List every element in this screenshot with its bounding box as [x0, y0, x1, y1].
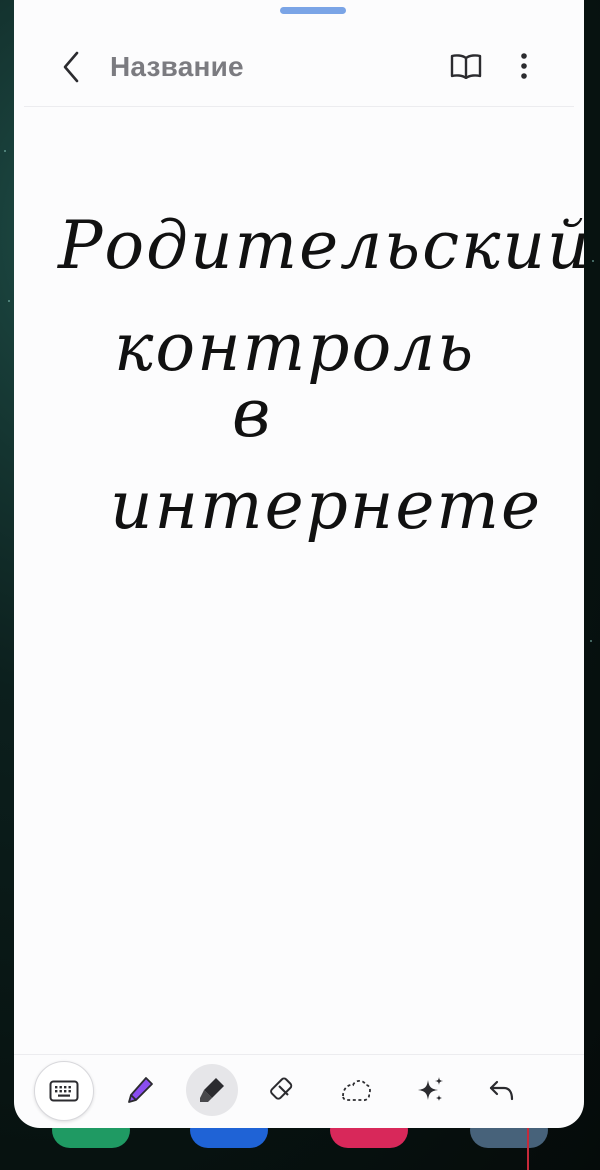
eraser-icon: [270, 1077, 293, 1100]
lasso-select-button[interactable]: [330, 1064, 382, 1116]
highlighter-tool-button[interactable]: [186, 1064, 238, 1116]
drawing-canvas[interactable]: Родительский контроль в интернете: [14, 108, 584, 1053]
keyboard-button[interactable]: [34, 1061, 94, 1121]
handwriting-line: контроль: [114, 309, 475, 386]
eraser-tool-button[interactable]: [258, 1064, 310, 1116]
wallpaper-star: [590, 640, 592, 642]
highlighter-icon: [200, 1078, 224, 1102]
sparkles-icon: [418, 1077, 443, 1101]
note-sheet: Название Родительский контроль в интерне…: [14, 0, 584, 1128]
reader-mode-button[interactable]: [446, 46, 486, 86]
handwriting-line: интернете: [110, 467, 542, 544]
more-options-button[interactable]: [506, 46, 542, 86]
lasso-icon: [342, 1079, 371, 1102]
header-divider: [24, 106, 574, 107]
undo-button[interactable]: [476, 1064, 528, 1116]
ai-assist-button[interactable]: [404, 1064, 456, 1116]
undo-icon: [489, 1080, 514, 1101]
handwriting-line: Родительский: [57, 207, 584, 284]
drawing-toolbar: [14, 1054, 584, 1128]
chevron-left-icon: [63, 51, 79, 83]
wallpaper-star: [592, 260, 594, 262]
keyboard-icon: [49, 1080, 79, 1102]
pen-tool-button[interactable]: [114, 1064, 166, 1116]
cable-line: [527, 1128, 529, 1170]
book-open-icon: [450, 54, 482, 79]
note-title[interactable]: Название: [110, 48, 244, 86]
wallpaper-star: [4, 150, 6, 152]
wallpaper-star: [8, 300, 10, 302]
drag-handle[interactable]: [280, 7, 346, 14]
more-vert-icon: [521, 53, 527, 79]
pen-icon: [128, 1077, 153, 1103]
app-header: Название: [14, 28, 584, 104]
handwriting-line: в: [232, 375, 272, 452]
back-button[interactable]: [52, 48, 90, 86]
handwriting-layer: Родительский контроль в интернете: [57, 207, 584, 544]
